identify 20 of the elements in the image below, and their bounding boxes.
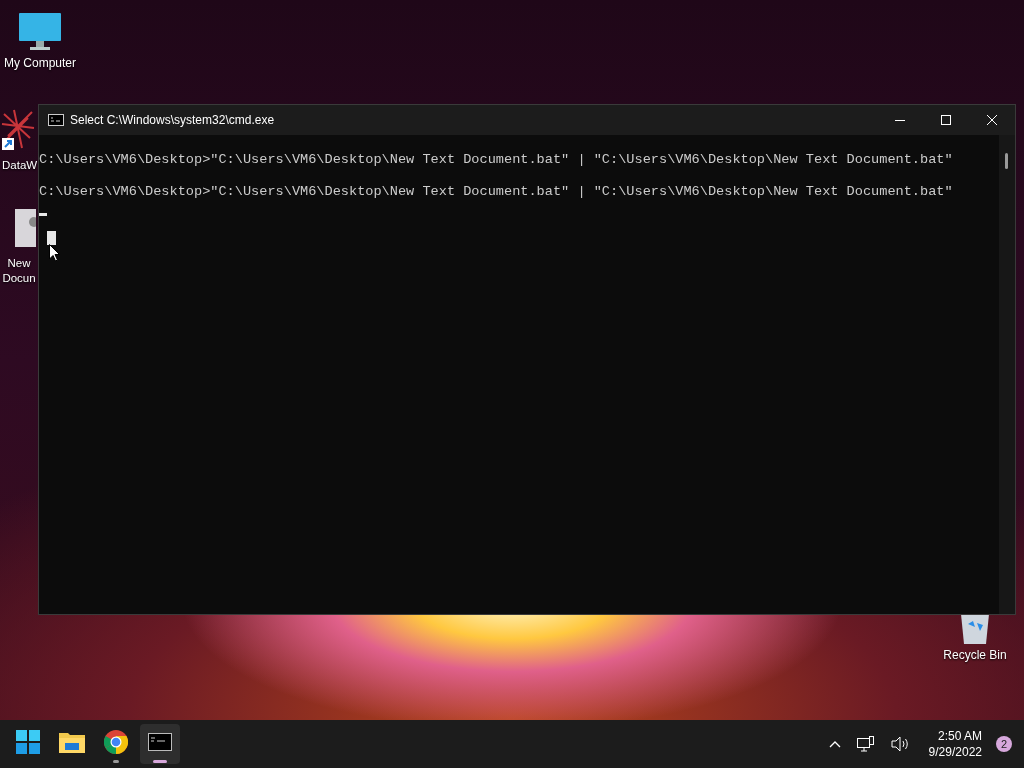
console-line: C:\Users\VM6\Desktop>"C:\Users\VM6\Desktop\New Text Document.bat" | "C:\Users\VM6\Desktop\New Text Document.bat"	[39, 151, 953, 169]
clock[interactable]: 2:50 AM 9/29/2022	[922, 728, 988, 760]
icon-label[interactable]: My Computer	[4, 56, 76, 71]
scrollbar-thumb[interactable]	[1005, 153, 1008, 169]
console-line: C:\Users\VM6\Desktop>"C:\Users\VM6\Desktop\New Text Document.bat" | "C:\Users\VM6\Desktop\New Text Document.bat"	[39, 183, 953, 201]
terminal-icon	[48, 114, 64, 126]
notification-badge[interactable]: 2	[996, 736, 1012, 752]
icon-label[interactable]: Recycle Bin	[943, 648, 1007, 663]
mouse-pointer-icon	[49, 244, 60, 262]
running-indicator	[153, 760, 167, 763]
scrollbar[interactable]	[999, 135, 1015, 614]
text-cursor	[47, 231, 56, 245]
icon-label[interactable]: New Docun	[0, 256, 38, 286]
settings-file-icon[interactable]	[14, 208, 36, 248]
running-indicator	[113, 760, 119, 763]
taskbar-button[interactable]	[140, 724, 180, 764]
icon-label[interactable]: DataW	[0, 158, 38, 173]
monitor-icon[interactable]	[18, 12, 62, 52]
window-title: Select C:\Windows\system32\cmd.exe	[70, 113, 276, 127]
recycle-bin-icon[interactable]	[959, 614, 991, 644]
